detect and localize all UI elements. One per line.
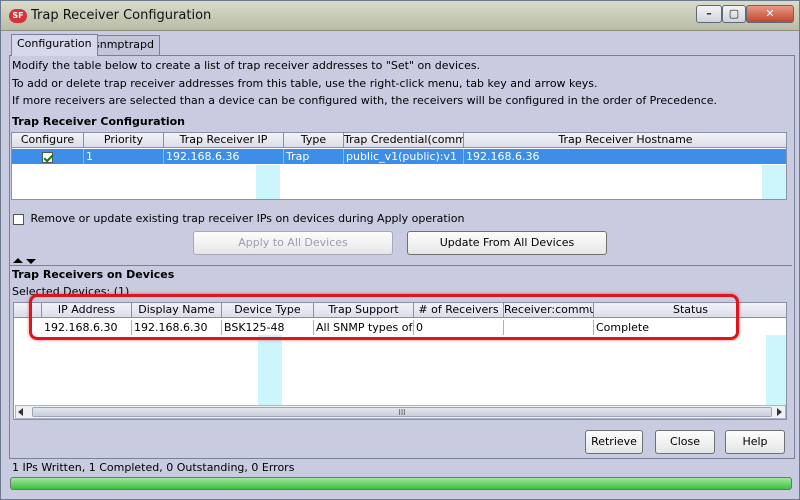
column-shade (762, 165, 786, 199)
col-trap-credential[interactable]: Trap Credential(comm... (344, 133, 464, 148)
priority-cell[interactable]: 1 (84, 149, 164, 164)
close-window-button[interactable]: ✕ (746, 5, 794, 23)
splitter-up-icon[interactable] (13, 258, 23, 263)
remove-option-checkbox[interactable] (13, 213, 24, 225)
scrollbar-thumb[interactable]: III (32, 407, 772, 417)
scroll-right-icon[interactable] (777, 408, 782, 416)
col-trap-receiver-hostname[interactable]: Trap Receiver Hostname (464, 133, 786, 148)
splitter-divider[interactable] (10, 265, 792, 266)
window-title: Trap Receiver Configuration (31, 8, 212, 23)
remove-option-row[interactable]: Remove or update existing trap receiver … (13, 212, 464, 225)
title-bar[interactable]: SF Trap Receiver Configuration – ▢ ✕ (1, 1, 799, 31)
minimize-button[interactable]: – (696, 5, 722, 23)
status-message: 1 IPs Written, 1 Completed, 0 Outstandin… (12, 461, 295, 474)
column-shade (256, 165, 280, 199)
trap-receiver-window: SF Trap Receiver Configuration – ▢ ✕ Con… (0, 0, 800, 500)
ip-cell[interactable]: 192.168.6.36 (164, 149, 284, 164)
tab-configuration[interactable]: Configuration (11, 34, 98, 56)
apply-all-button[interactable]: Apply to All Devices (193, 231, 393, 255)
receiver-config-title: Trap Receiver Configuration (12, 115, 185, 128)
credential-cell[interactable]: public_v1(public):v1 (344, 149, 464, 164)
scroll-left-icon[interactable] (18, 408, 23, 416)
instruction-line-3: If more receivers are selected than a de… (12, 94, 718, 107)
close-button[interactable]: Close (655, 430, 715, 454)
help-button[interactable]: Help (725, 430, 785, 454)
app-logo-icon: SF (9, 9, 27, 23)
instruction-line-1: Modify the table below to create a list … (12, 59, 481, 72)
progress-bar (10, 477, 792, 490)
col-priority[interactable]: Priority (84, 133, 164, 148)
retrieve-button[interactable]: Retrieve (585, 430, 643, 454)
highlight-annotation (29, 294, 739, 340)
configure-cell[interactable] (12, 149, 84, 164)
col-trap-receiver-ip[interactable]: Trap Receiver IP (164, 133, 284, 148)
update-all-button[interactable]: Update From All Devices (407, 231, 607, 255)
instruction-line-2: To add or delete trap receiver addresses… (12, 77, 598, 90)
splitter-down-icon[interactable] (26, 259, 36, 264)
horizontal-scrollbar[interactable]: III (15, 405, 786, 419)
configure-checkbox[interactable] (42, 151, 53, 163)
receiver-config-table: Configure Priority Trap Receiver IP Type… (11, 132, 787, 200)
remove-option-label: Remove or update existing trap receiver … (30, 212, 465, 225)
col-type[interactable]: Type (284, 133, 344, 148)
type-cell[interactable]: Trap (284, 149, 344, 164)
maximize-button[interactable]: ▢ (722, 5, 746, 23)
tab-snmptrapd[interactable]: snmptrapd (88, 35, 160, 55)
col-configure[interactable]: Configure (12, 133, 84, 148)
devices-section-title: Trap Receivers on Devices (12, 268, 175, 281)
hostname-cell[interactable]: 192.168.6.36 (464, 149, 786, 164)
